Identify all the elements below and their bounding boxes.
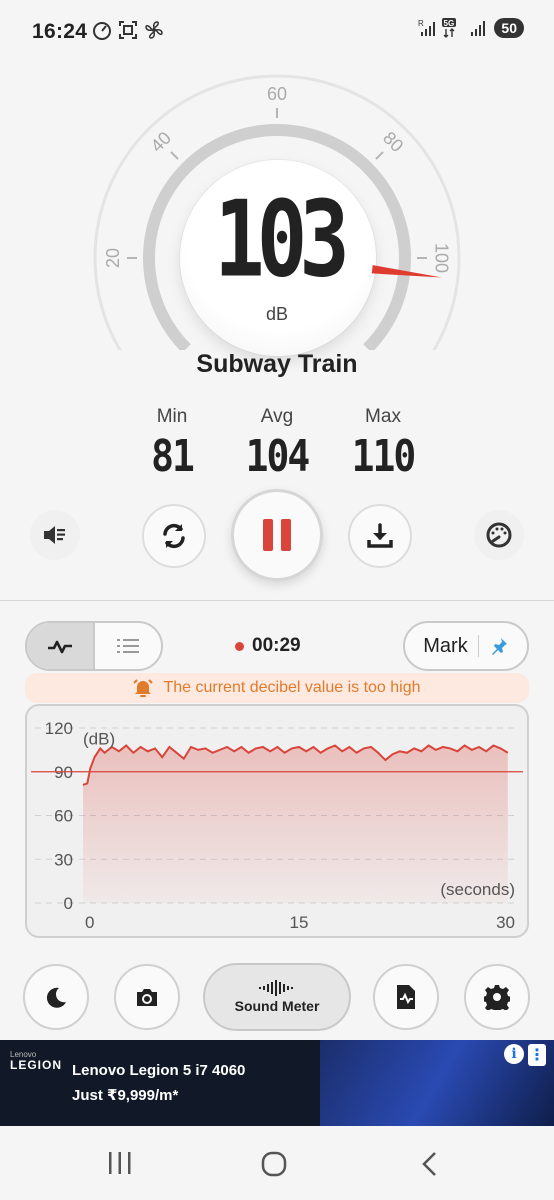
- ad-info-icon[interactable]: i: [504, 1044, 524, 1064]
- mark-separator: [477, 635, 479, 657]
- speaker-icon: [44, 526, 65, 544]
- signal-r-icon: R: [418, 19, 436, 36]
- gauge-reading: 103: [214, 177, 350, 301]
- camera-icon: [137, 989, 157, 1006]
- report-icon: [397, 985, 415, 1009]
- section-divider: [0, 600, 554, 601]
- alarm-icon: [133, 679, 154, 697]
- gauge-tick: [375, 151, 384, 160]
- decibel-chart: 120 90 60 30 0 (dB) (seconds) 0 15 30: [25, 704, 529, 938]
- back-icon[interactable]: [418, 1150, 442, 1178]
- signal-bars-icon: [471, 21, 486, 36]
- y-tick-label: 0: [64, 894, 73, 913]
- recording-dot: [235, 641, 244, 651]
- chart-canvas: 1209060300(dB)(seconds)0 15 30: [31, 719, 523, 932]
- pin-icon: [491, 638, 507, 655]
- pause-icon: [259, 519, 295, 551]
- gauge-scale-label: 20: [103, 248, 123, 268]
- avg-stat: Avg 104: [217, 406, 337, 481]
- min-label: Min: [156, 406, 188, 427]
- x-tick-label: 30: [496, 913, 515, 932]
- moon-icon: [46, 987, 66, 1008]
- alert-banner: The current decibel value is too high: [25, 673, 529, 703]
- settings-button[interactable]: [464, 964, 530, 1030]
- reset-button[interactable]: [142, 504, 206, 568]
- preset-name[interactable]: Subway Train: [0, 350, 554, 379]
- list-icon: [117, 639, 139, 653]
- night-mode-button[interactable]: [23, 964, 89, 1030]
- fan-icon: [145, 21, 163, 39]
- save-button[interactable]: [348, 504, 412, 568]
- status-time: 16:24: [32, 20, 88, 43]
- ad-subtitle: Just ₹9,999/m*: [72, 1087, 179, 1104]
- pulse-icon: [48, 640, 72, 654]
- x-tick-label: 0: [85, 913, 94, 932]
- svg-text:R: R: [418, 19, 424, 28]
- download-icon: [367, 523, 393, 548]
- x-axis-label: (seconds): [440, 880, 515, 899]
- gauge-scale-label: 60: [267, 84, 287, 104]
- avg-label: Avg: [260, 406, 294, 427]
- gauge-settings-button[interactable]: [474, 510, 524, 560]
- view-toggle[interactable]: [25, 621, 163, 671]
- waveform-icon: [259, 980, 293, 996]
- status-bar: 16:24 R 5G 50: [0, 0, 554, 64]
- refresh-icon: [163, 523, 185, 549]
- y-tick-label: 60: [54, 807, 73, 826]
- battery-level: 50: [494, 18, 524, 38]
- mark-label: Mark: [423, 634, 468, 657]
- gauge-scale-label: 80: [379, 128, 407, 156]
- list-view-button[interactable]: [95, 623, 161, 669]
- svg-text:5G: 5G: [444, 19, 455, 28]
- avg-value: 104: [245, 430, 311, 482]
- recents-icon[interactable]: [106, 1150, 134, 1176]
- pause-button[interactable]: [231, 489, 323, 581]
- recording-time: 00:29: [252, 635, 301, 656]
- mark-button[interactable]: Mark: [403, 621, 529, 671]
- min-value: 81: [151, 430, 195, 482]
- ad-brand: LEGION: [10, 1058, 63, 1072]
- home-icon[interactable]: [260, 1150, 288, 1178]
- y-tick-label: 30: [54, 850, 73, 869]
- gauge-settings-icon: [486, 522, 512, 548]
- report-button[interactable]: [373, 964, 439, 1030]
- max-stat: Max 110: [323, 406, 443, 481]
- graph-view-button[interactable]: [27, 623, 95, 669]
- system-nav-bar: [0, 1126, 554, 1200]
- recording-timer: 00:29: [235, 635, 301, 657]
- x-tick-label: 15: [290, 913, 309, 932]
- 5g-signal-icon: 5G: [442, 18, 457, 38]
- ad-title: Lenovo Legion 5 i7 4060: [72, 1062, 246, 1079]
- max-label: Max: [365, 406, 401, 427]
- gauge-scale-label: 100: [431, 243, 451, 273]
- ad-more-icon[interactable]: ⋮: [528, 1044, 546, 1066]
- speedometer-icon: [93, 22, 111, 40]
- y-axis-label: (dB): [83, 730, 115, 749]
- sound-meter-tab[interactable]: Sound Meter: [203, 963, 351, 1031]
- alert-text: The current decibel value is too high: [163, 679, 421, 696]
- camera-button[interactable]: [114, 964, 180, 1030]
- gauge-unit: dB: [265, 304, 289, 324]
- min-stat: Min 81: [112, 406, 232, 481]
- y-tick-label: 120: [45, 719, 73, 738]
- max-value: 110: [351, 430, 417, 482]
- gauge-scale-label: 40: [147, 128, 175, 156]
- gear-icon: [484, 985, 510, 1010]
- gauge-tick: [170, 151, 179, 160]
- ad-banner[interactable]: Lenovo LEGION Lenovo Legion 5 i7 4060 Ju…: [0, 1040, 554, 1126]
- sound-meter-label: Sound Meter: [234, 998, 320, 1014]
- speaker-button[interactable]: [30, 510, 80, 560]
- screenshot-icon: [119, 21, 137, 39]
